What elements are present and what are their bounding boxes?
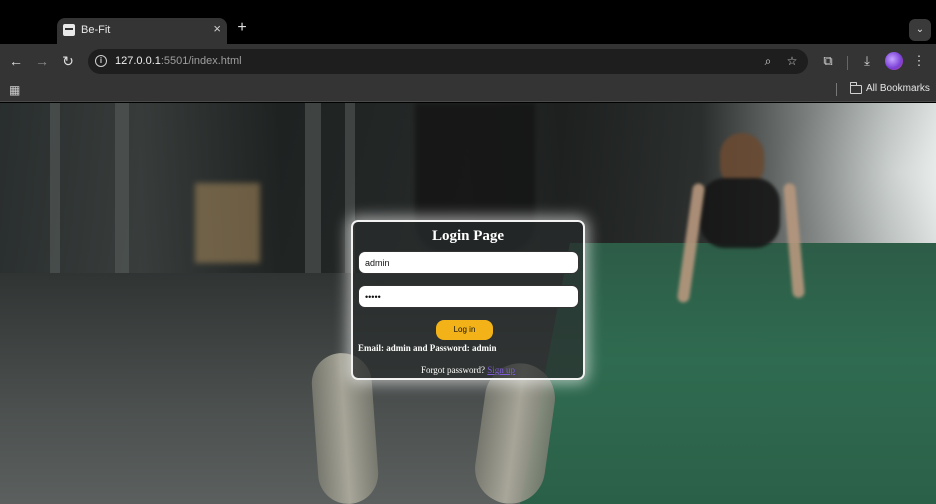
- browser-toolbar: ← → ↻ i 127.0.0.1:5501/index.html ⌕ ☆ ⧉ …: [0, 44, 936, 78]
- close-tab-icon[interactable]: ×: [213, 22, 221, 36]
- folder-icon: [850, 82, 862, 94]
- email-field[interactable]: [358, 251, 579, 274]
- forgot-password-line: Forgot password? Sign up: [353, 365, 583, 375]
- url-host: 127.0.0.1: [115, 55, 161, 67]
- new-tab-button[interactable]: +: [233, 18, 251, 38]
- menu-icon[interactable]: ⋮: [910, 52, 928, 70]
- favicon-icon: [63, 24, 75, 36]
- back-icon[interactable]: ←: [6, 51, 26, 71]
- login-button[interactable]: Log in: [436, 320, 493, 340]
- bookmarks-divider: [836, 83, 837, 96]
- browser-tab[interactable]: Be-Fit ×: [57, 18, 227, 44]
- zoom-icon[interactable]: ⌕: [760, 53, 776, 69]
- download-icon[interactable]: ⤓: [858, 52, 876, 70]
- url-text: 127.0.0.1:5501/index.html: [115, 55, 242, 67]
- tab-search-icon[interactable]: ⌄: [909, 19, 931, 41]
- toolbar-divider: [847, 56, 848, 70]
- site-info-icon[interactable]: i: [95, 55, 107, 67]
- forgot-password-text: Forgot password?: [420, 365, 486, 375]
- reload-icon[interactable]: ↻: [58, 51, 78, 71]
- login-card: Login Page Log in Email: admin and Passw…: [351, 220, 585, 380]
- signup-link[interactable]: Sign up: [487, 365, 515, 375]
- apps-icon[interactable]: ▦: [9, 84, 21, 96]
- star-icon[interactable]: ☆: [784, 53, 800, 69]
- page-title: Login Page: [431, 228, 505, 244]
- tab-title: Be-Fit: [81, 24, 111, 36]
- extensions-icon[interactable]: ⧉: [819, 52, 837, 70]
- profile-avatar[interactable]: [885, 52, 903, 70]
- address-bar[interactable]: i 127.0.0.1:5501/index.html ⌕ ☆: [88, 49, 808, 74]
- all-bookmarks-button[interactable]: All Bookmarks: [866, 83, 930, 94]
- tab-strip: Be-Fit × + ⌄: [0, 0, 936, 44]
- password-field[interactable]: [358, 285, 579, 308]
- url-path: :5501/index.html: [160, 55, 242, 67]
- page-viewport: Login Page Log in Email: admin and Passw…: [0, 103, 936, 504]
- bookmarks-bar: ▦ All Bookmarks: [0, 78, 936, 102]
- forward-icon[interactable]: →: [32, 51, 52, 71]
- credentials-hint: Email: admin and Password: admin: [358, 343, 497, 353]
